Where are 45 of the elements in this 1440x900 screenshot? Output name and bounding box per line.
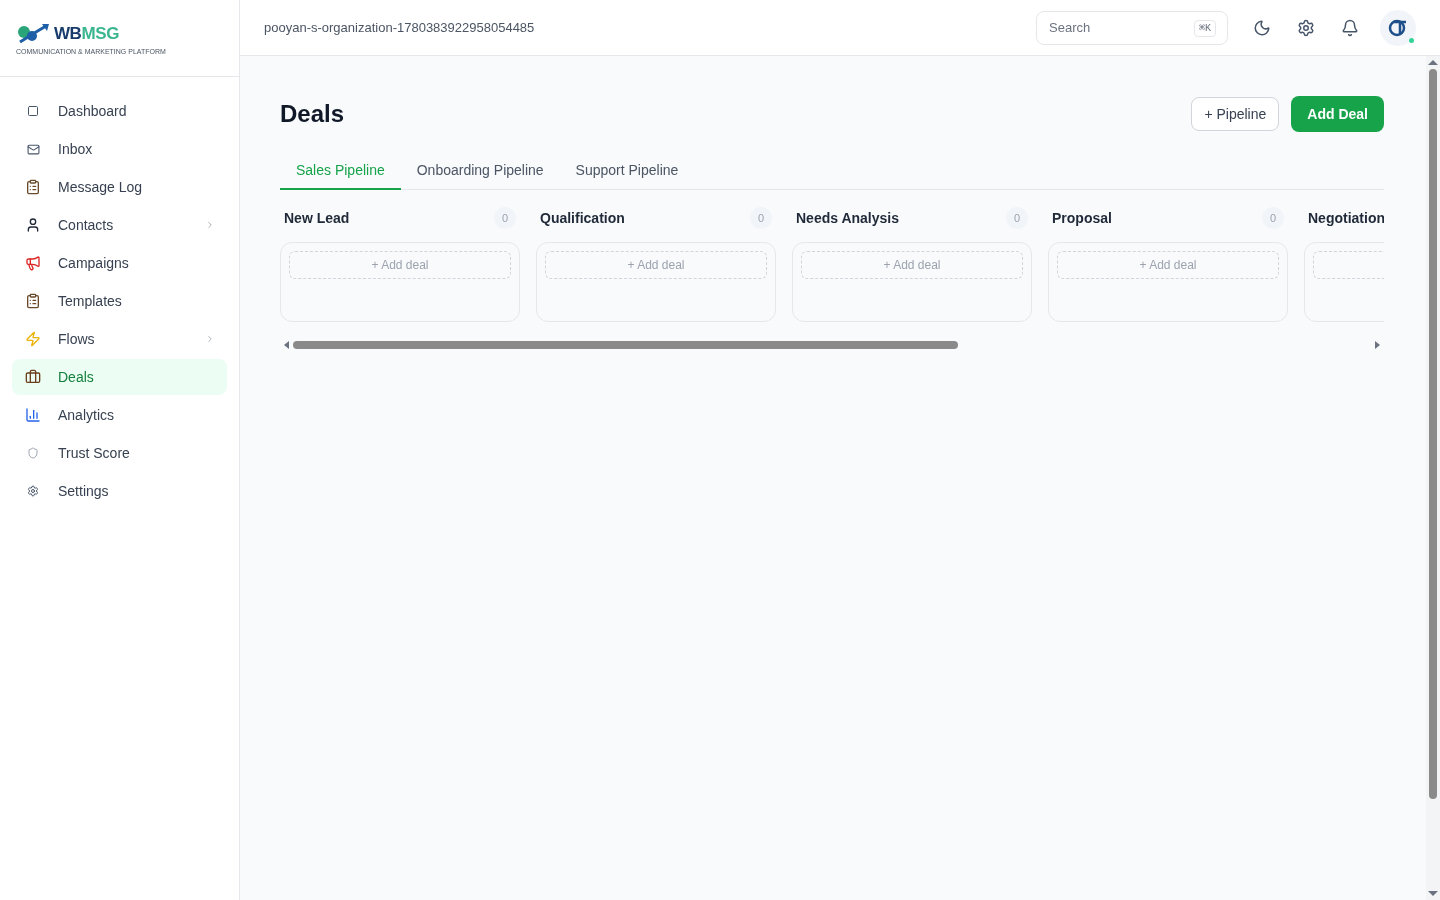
bar-chart-icon (25, 407, 41, 423)
lightning-icon (25, 331, 41, 347)
sidebar-item[interactable]: Campaigns (12, 245, 227, 281)
moon-icon[interactable] (1253, 18, 1271, 37)
stage-count: 0 (750, 207, 772, 229)
shield-icon (27, 447, 39, 459)
stage-count: 0 (494, 207, 516, 229)
sidebar-item[interactable]: Analytics (12, 397, 227, 433)
settings-icon[interactable] (1297, 18, 1315, 37)
stage-title: Needs Analysis (796, 208, 900, 228)
sidebar-item[interactable]: Settings (12, 473, 227, 509)
stage-title: Negotiation (1308, 208, 1384, 228)
sidebar-item[interactable]: Contacts (12, 207, 227, 243)
settings-icon (27, 485, 39, 497)
person-icon (25, 217, 41, 233)
stage-title: Proposal (1052, 208, 1113, 228)
bell-icon[interactable] (1341, 18, 1359, 37)
logo-name: WBMSG (54, 25, 119, 42)
square-icon (27, 105, 39, 117)
pipeline-tab[interactable]: Onboarding Pipeline (400, 152, 560, 190)
clipboard-icon (25, 293, 41, 309)
sidebar-item[interactable]: Flows (12, 321, 227, 357)
avatar-monogram-icon (1388, 17, 1408, 38)
stage-title: Qualification (540, 208, 626, 228)
megaphone-icon (25, 255, 41, 271)
sidebar-item[interactable]: Message Log (12, 169, 227, 205)
sidebar-item[interactable]: Templates (12, 283, 227, 319)
briefcase-icon (25, 369, 41, 385)
mail-icon (26, 142, 40, 156)
add-pipeline-button[interactable]: + Pipeline (1191, 97, 1280, 131)
shortcut-key: ⌘K (1193, 19, 1216, 37)
clipboard-icon (25, 179, 41, 195)
stage-count: 0 (1006, 207, 1028, 229)
vertical-scrollbar[interactable] (1426, 56, 1440, 900)
stage-title: New Lead (284, 208, 351, 228)
avatar[interactable] (1380, 9, 1416, 46)
sidebar-item[interactable]: Inbox (12, 131, 227, 167)
page-title: Deals (280, 99, 346, 129)
pipeline-tab[interactable]: Support Pipeline (559, 152, 695, 190)
sidebar-item[interactable]: Dashboard (12, 93, 227, 129)
sidebar-item[interactable]: Deals (12, 359, 227, 395)
sidebar-item[interactable]: Trust Score (12, 435, 227, 471)
stage-count: 0 (1262, 207, 1284, 229)
organization-name: pooyan-s-organization-1780383922958054485 (264, 18, 536, 37)
logo-icon (16, 21, 50, 46)
